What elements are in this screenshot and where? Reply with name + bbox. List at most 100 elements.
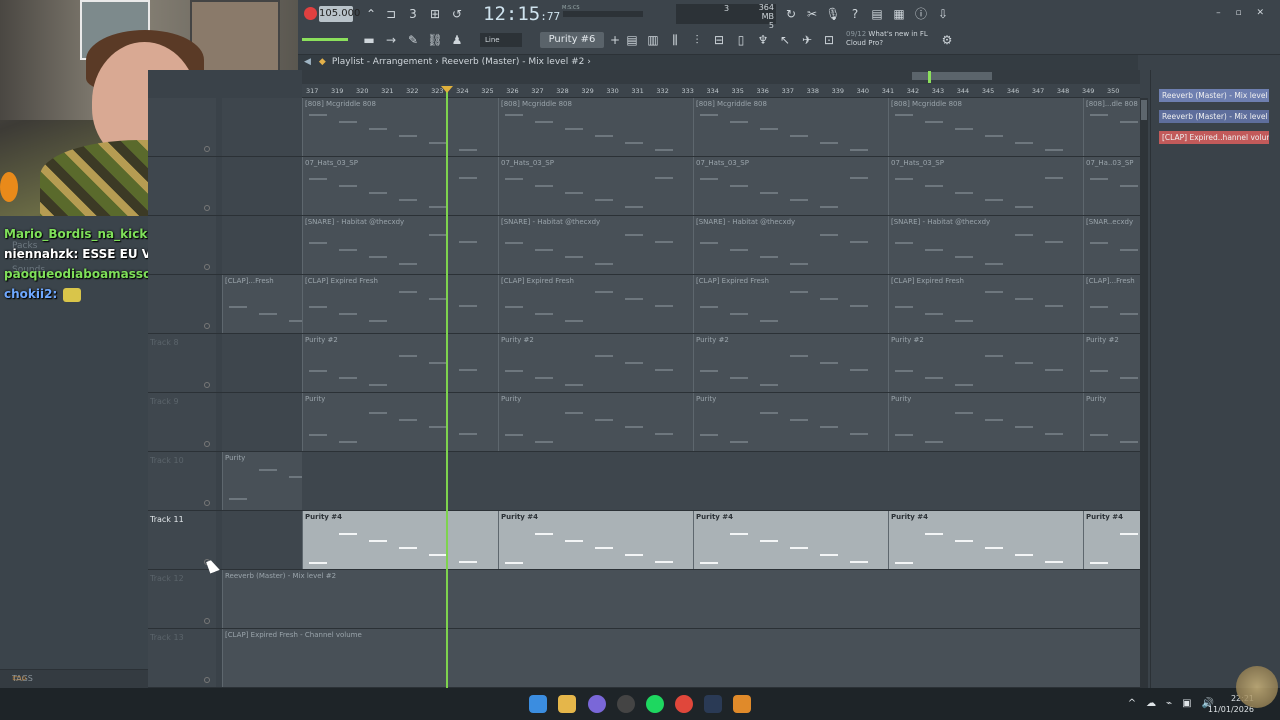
picker-item[interactable]: [CLAP] Expired..hannel volume: [1159, 131, 1269, 144]
track-lane[interactable]: [CLAP]...Fresh [CLAP] Expired Fresh [CLAP]…: [222, 275, 1140, 333]
chrome-icon[interactable]: [675, 695, 693, 713]
track-enable-icon[interactable]: [204, 618, 210, 624]
info-icon[interactable]: ⓘ: [912, 5, 930, 23]
track-name[interactable]: Track 11: [150, 515, 184, 524]
track-row[interactable]: Track 10 Purity: [148, 452, 1140, 511]
track-row[interactable]: Track 12 Reeverb (Master) - Mix level #2: [148, 570, 1140, 629]
track-lane[interactable]: Purity #2 Purity #2 Purity #2 Purity #2 Puri…: [222, 334, 1140, 392]
picker-item[interactable]: Reeverb (Master) - Mix level: [1159, 89, 1269, 102]
song-position-clock[interactable]: 12:15:77: [483, 3, 560, 25]
download-icon[interactable]: ⇩: [934, 5, 952, 23]
pattern-clip[interactable]: [CLAP] Expired Fresh - Channel volume: [222, 629, 1140, 687]
pattern-clip[interactable]: Purity: [302, 393, 498, 451]
plugin-picker-icon[interactable]: ♆: [754, 31, 772, 49]
track-name[interactable]: Track 8: [150, 338, 179, 347]
track-row[interactable]: 07_Hats_03_SP 07_Hats_03_SP 07_Hats_03_SP 0…: [148, 157, 1140, 216]
save-icon[interactable]: ▤: [868, 5, 886, 23]
browser-icon[interactable]: ⊟: [710, 31, 728, 49]
file-icon[interactable]: ▯: [732, 31, 750, 49]
pattern-clip[interactable]: [CLAP] Expired Fresh: [498, 275, 693, 333]
track-enable-icon[interactable]: [204, 500, 210, 506]
track-enable-icon[interactable]: [204, 323, 210, 329]
news-panel[interactable]: 09/12 What's new in FL Cloud Pro?: [846, 30, 928, 48]
track-row[interactable]: Track 11 Purity #4 Purity #4 Purity #4 Purit…: [148, 511, 1140, 570]
pattern-clip[interactable]: Purity #2: [302, 334, 498, 392]
track-enable-icon[interactable]: [204, 382, 210, 388]
pattern-selector[interactable]: Purity #6: [540, 32, 604, 48]
vertical-scrollbar[interactable]: [1140, 98, 1148, 688]
pattern-clip[interactable]: [808] Mcgriddle 808: [888, 98, 1083, 156]
pattern-clip[interactable]: [808]...dle 808: [1083, 98, 1140, 156]
playlist-menu-icon[interactable]: ◀: [304, 55, 311, 70]
pattern-clip[interactable]: Purity #4: [498, 511, 693, 569]
playhead-marker[interactable]: [441, 86, 453, 93]
channel-rack-icon[interactable]: ⫶: [688, 31, 706, 49]
pattern-clip[interactable]: Purity #4: [1083, 511, 1140, 569]
tempo-display[interactable]: 105.000: [319, 6, 360, 22]
record-button[interactable]: [304, 7, 317, 20]
track-name[interactable]: Track 10: [150, 456, 184, 465]
track-lane[interactable]: Purity #4 Purity #4 Purity #4 Purity #4 Puri…: [222, 511, 1140, 569]
cut-icon[interactable]: ✂: [803, 5, 821, 23]
pattern-clip[interactable]: 07_Hats_03_SP: [498, 157, 693, 215]
track-lane[interactable]: 07_Hats_03_SP 07_Hats_03_SP 07_Hats_03_SP 0…: [222, 157, 1140, 215]
pattern-clip[interactable]: [CLAP] Expired Fresh: [888, 275, 1083, 333]
stamp-icon[interactable]: ♟: [448, 31, 466, 49]
pattern-clip[interactable]: Purity #4: [693, 511, 888, 569]
pattern-clip[interactable]: [808] Mcgriddle 808: [693, 98, 888, 156]
track-enable-icon[interactable]: [204, 441, 210, 447]
fl-studio-icon[interactable]: [733, 695, 751, 713]
pattern-clip[interactable]: Purity #2: [498, 334, 693, 392]
link-icon[interactable]: ⛓: [426, 31, 444, 49]
snap-selector[interactable]: Line: [480, 33, 522, 47]
folder-search-icon[interactable]: ▭⌕: [12, 673, 140, 684]
discord-icon[interactable]: [588, 695, 606, 713]
pattern-clip[interactable]: [CLAP]...Fresh: [222, 275, 302, 333]
pattern-clip[interactable]: Purity #2: [888, 334, 1083, 392]
pattern-mode-icon[interactable]: ▬: [360, 31, 378, 49]
track-row[interactable]: [CLAP]...Fresh [CLAP] Expired Fresh [CLAP]…: [148, 275, 1140, 334]
track-enable-icon[interactable]: [204, 205, 210, 211]
track-lane[interactable]: Purity Purity Purity Purity Purity: [222, 393, 1140, 451]
playlist-area[interactable]: 317 319 320 321 322 323 324 325 326 327 328 329 330 3…: [148, 70, 1148, 688]
playlist-overview[interactable]: [302, 70, 1140, 84]
playlist-arrow-icon[interactable]: ◆: [319, 57, 326, 67]
track-lane[interactable]: [SNARE] - Habitat @thecxdy [SNARE] - Habi…: [222, 216, 1140, 274]
pattern-clip[interactable]: 07_Hats_03_SP: [888, 157, 1083, 215]
pattern-clip[interactable]: Purity: [888, 393, 1083, 451]
pattern-clip[interactable]: [SNARE] - Habitat @thecxdy: [888, 216, 1083, 274]
mixer-icon[interactable]: ⫼: [666, 31, 684, 49]
pattern-clip[interactable]: [SNARE] - Habitat @thecxdy: [693, 216, 888, 274]
master-pitch-slider[interactable]: [563, 11, 643, 17]
app-icon[interactable]: [617, 695, 635, 713]
undo-icon[interactable]: ↻: [782, 5, 800, 23]
pattern-clip[interactable]: 07_Hats_03_SP: [693, 157, 888, 215]
step-edit-icon[interactable]: ⊞: [426, 5, 444, 23]
pattern-clip[interactable]: Purity: [222, 452, 302, 510]
track-name[interactable]: Track 9: [150, 397, 179, 406]
timeline-ruler[interactable]: 317 319 320 321 322 323 324 325 326 327 328 329 330 3…: [302, 84, 1140, 98]
track-enable-icon[interactable]: [204, 677, 210, 683]
track-lane[interactable]: [CLAP] Expired Fresh - Channel volume: [222, 629, 1140, 687]
track-row[interactable]: [808] Mcgriddle 808 [808] Mcgriddle 808 [8…: [148, 98, 1140, 157]
pattern-clip[interactable]: [808] Mcgriddle 808: [498, 98, 693, 156]
pattern-clip[interactable]: [SNAR..ecxdy: [1083, 216, 1140, 274]
draw-icon[interactable]: ✎: [404, 31, 422, 49]
file-explorer-icon[interactable]: [558, 695, 576, 713]
window-controls[interactable]: – ▫ ✕: [1216, 8, 1270, 18]
pattern-clip[interactable]: Reeverb (Master) - Mix level #2: [222, 570, 1140, 628]
overview-window[interactable]: [912, 72, 992, 80]
picker-item[interactable]: Reeverb (Master) - Mix level #2: [1159, 110, 1269, 123]
track-lane[interactable]: [808] Mcgriddle 808 [808] Mcgriddle 808 [8…: [222, 98, 1140, 156]
steam-icon[interactable]: [704, 695, 722, 713]
track-row[interactable]: [SNARE] - Habitat @thecxdy [SNARE] - Habi…: [148, 216, 1140, 275]
pattern-clip[interactable]: [SNARE] - Habitat @thecxdy: [302, 216, 498, 274]
piano-roll-icon[interactable]: ▥: [644, 31, 662, 49]
help-icon[interactable]: ?: [846, 5, 864, 23]
loop-record-icon[interactable]: ↺: [448, 5, 466, 23]
wait-icon[interactable]: ⊐: [382, 5, 400, 23]
track-enable-icon[interactable]: [204, 264, 210, 270]
track-name[interactable]: Track 12: [150, 574, 184, 583]
scrollbar-thumb[interactable]: [1141, 100, 1147, 120]
playlist-icon[interactable]: ▤: [623, 31, 641, 49]
